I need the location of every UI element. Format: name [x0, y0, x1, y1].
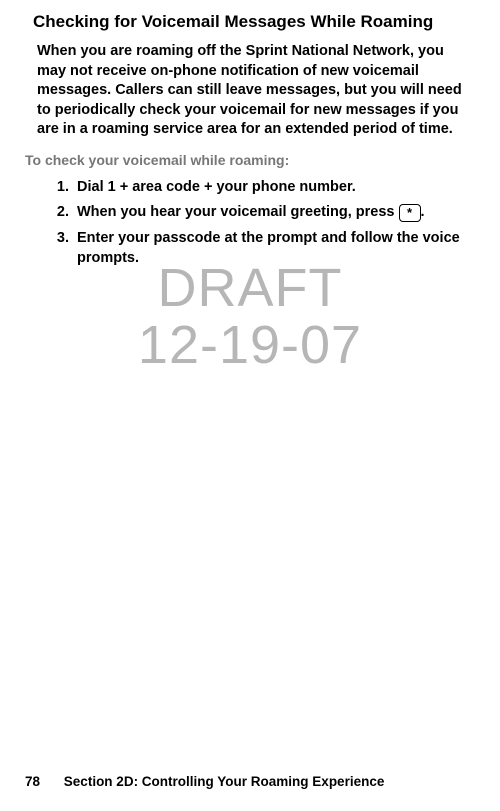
- step-text: Enter your passcode at the prompt and fo…: [77, 229, 475, 268]
- watermark-line2: 12-19-07: [0, 317, 500, 374]
- step-text: Dial 1 + area code + your phone number.: [77, 178, 475, 198]
- subheading: To check your voicemail while roaming:: [25, 152, 475, 168]
- step-number: 3.: [51, 229, 77, 268]
- step-number: 1.: [51, 178, 77, 198]
- page-heading: Checking for Voicemail Messages While Ro…: [25, 12, 475, 32]
- page-number: 78: [25, 774, 40, 789]
- list-item: 1. Dial 1 + area code + your phone numbe…: [51, 178, 475, 198]
- watermark-line1: DRAFT: [0, 260, 500, 317]
- step-number: 2.: [51, 203, 77, 223]
- star-key-icon: *: [399, 204, 421, 222]
- steps-list: 1. Dial 1 + area code + your phone numbe…: [25, 178, 475, 268]
- page-footer: 78 Section 2D: Controlling Your Roaming …: [25, 774, 384, 789]
- step-text: When you hear your voicemail greeting, p…: [77, 203, 475, 223]
- list-item: 2. When you hear your voicemail greeting…: [51, 203, 475, 223]
- list-item: 3. Enter your passcode at the prompt and…: [51, 229, 475, 268]
- section-label: Section 2D: Controlling Your Roaming Exp…: [64, 774, 385, 789]
- intro-paragraph: When you are roaming off the Sprint Nati…: [25, 42, 475, 140]
- draft-watermark: DRAFT 12-19-07: [0, 260, 500, 373]
